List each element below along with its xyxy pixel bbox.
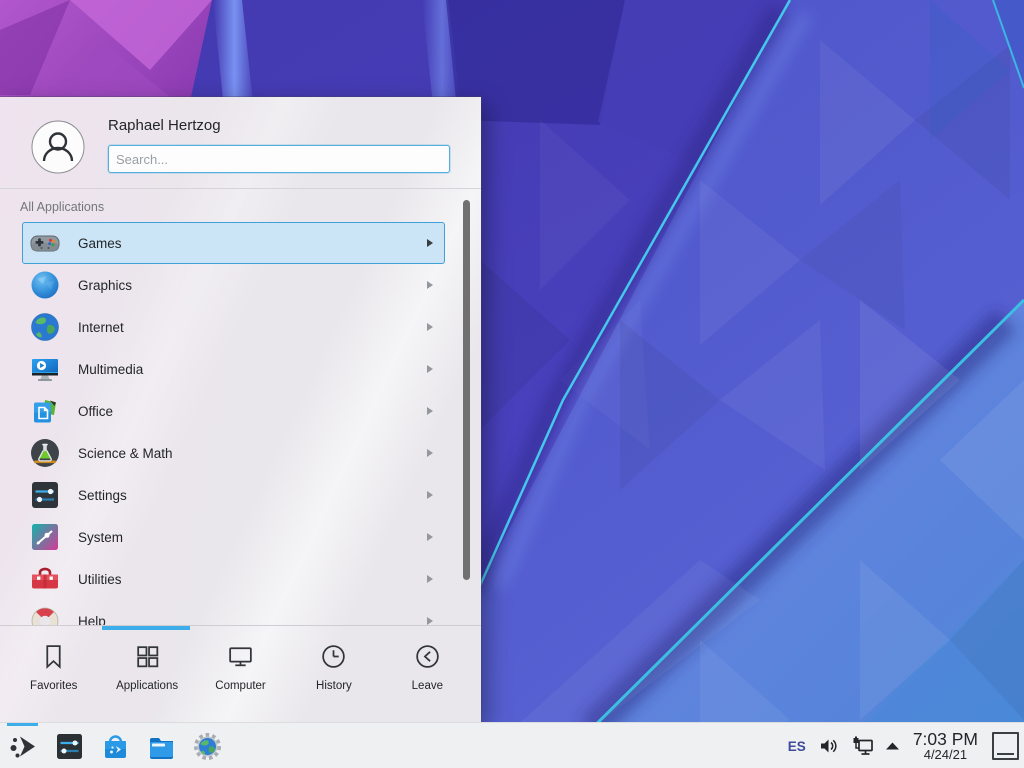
list-scrollbar[interactable] [463,200,470,580]
kickoff-icon [8,731,39,762]
submenu-arrow-icon [427,365,433,373]
system-tray: ES [788,723,1024,768]
discover-launcher[interactable] [92,723,138,768]
digital-clock[interactable]: 7:03 PM 4/24/21 [913,730,978,762]
submenu-arrow-icon [427,617,433,625]
submenu-arrow-icon [427,407,433,415]
taskbar: ES [0,722,1024,768]
application-launcher-button[interactable] [0,723,46,768]
category-label: Utilities [78,572,122,587]
submenu-arrow-icon [427,323,433,331]
category-settings[interactable]: Settings [22,474,445,516]
tab-favorites[interactable]: Favorites [7,626,100,722]
submenu-arrow-icon [427,239,433,247]
category-list: Games Graphics [0,222,481,625]
games-icon [29,227,61,259]
keyboard-layout-indicator[interactable]: ES [788,739,806,754]
system-settings-launcher[interactable] [46,723,92,768]
office-icon [29,395,61,427]
browser-launcher[interactable] [184,723,230,768]
category-label: Internet [78,320,124,335]
search-field-wrap [108,145,450,173]
submenu-arrow-icon [427,533,433,541]
active-tab-indicator [102,626,190,630]
category-internet[interactable]: Internet [22,306,445,348]
dolphin-launcher[interactable] [138,723,184,768]
multimedia-icon [29,353,61,385]
tab-label: Applications [116,680,178,692]
tab-computer[interactable]: Computer [194,626,287,722]
volume-button[interactable] [819,736,839,756]
tab-label: History [316,680,352,692]
tab-leave[interactable]: Leave [381,626,474,722]
discover-icon [100,731,131,762]
system-settings-icon [54,731,85,762]
category-label: Help [78,614,106,626]
web-browser-icon [192,731,223,762]
show-desktop-button[interactable] [992,732,1019,760]
user-avatar-icon [31,120,85,174]
submenu-arrow-icon [427,575,433,583]
network-icon [851,736,874,756]
category-graphics[interactable]: Graphics [22,264,445,306]
history-clock-icon [319,642,348,671]
clock-time: 7:03 PM [913,730,978,748]
internet-icon [29,311,61,343]
computer-icon [226,642,255,671]
category-help[interactable]: Help [22,600,445,625]
submenu-arrow-icon [427,491,433,499]
network-button[interactable] [851,736,874,756]
category-label: Multimedia [78,362,143,377]
settings-icon [29,479,61,511]
category-science-math[interactable]: Science & Math [22,432,445,474]
help-icon [29,605,61,625]
bookmark-icon [39,642,68,671]
user-name: Raphael Hertzog [108,117,221,134]
category-label: Games [78,236,122,251]
clock-date: 4/24/21 [924,748,967,762]
category-label: System [78,530,123,545]
category-multimedia[interactable]: Multimedia [22,348,445,390]
leave-icon [413,642,442,671]
category-system[interactable]: System [22,516,445,558]
launcher-tabbar: Favorites Applications Computer [0,625,481,722]
category-label: Office [78,404,113,419]
category-label: Settings [78,488,127,503]
category-games[interactable]: Games [22,222,445,264]
header-divider [0,188,481,189]
tab-history[interactable]: History [287,626,380,722]
tab-label: Computer [215,680,266,692]
launcher-open-indicator [7,723,38,726]
volume-icon [819,736,839,756]
category-utilities[interactable]: Utilities [22,558,445,600]
file-manager-icon [146,731,177,762]
category-office[interactable]: Office [22,390,445,432]
graphics-icon [29,269,61,301]
application-launcher-popup: Raphael Hertzog All Applications [0,97,481,722]
search-input[interactable] [108,145,450,173]
category-label: Science & Math [78,446,173,461]
tab-label: Leave [412,680,443,692]
taskbar-launchers [0,723,230,768]
science-math-icon [29,437,61,469]
tab-label: Favorites [30,680,77,692]
section-label: All Applications [20,200,104,214]
category-label: Graphics [78,278,132,293]
system-icon [29,521,61,553]
caret-up-icon [886,742,899,750]
desktop: Raphael Hertzog All Applications [0,0,1024,768]
submenu-arrow-icon [427,449,433,457]
submenu-arrow-icon [427,281,433,289]
utilities-icon [29,563,61,595]
app-grid-icon [133,642,162,671]
tab-applications[interactable]: Applications [100,626,193,722]
expand-tray-button[interactable] [886,742,899,750]
